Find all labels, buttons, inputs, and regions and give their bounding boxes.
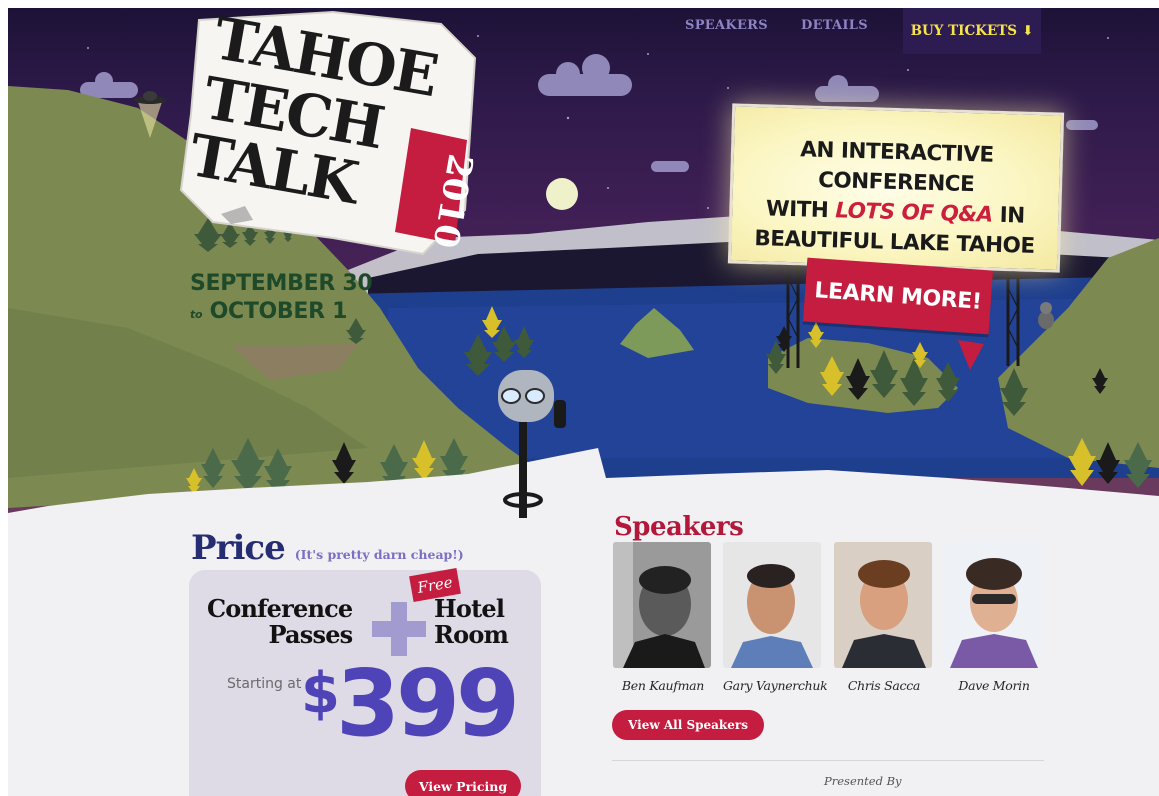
billboard-highlight: LOTS OF Q&A bbox=[834, 198, 994, 228]
date-to: to bbox=[190, 308, 203, 321]
plus-icon bbox=[372, 602, 426, 656]
sponsor-logo-left[interactable] bbox=[644, 784, 714, 796]
speaker-photo bbox=[944, 542, 1042, 668]
starting-at-label: Starting at bbox=[227, 676, 302, 692]
event-dates: SEPTEMBER 30 to OCTOBER 1 bbox=[190, 270, 373, 329]
speaker-name: Dave Morin bbox=[958, 678, 1030, 693]
speaker-card[interactable]: Dave Morin bbox=[944, 542, 1044, 693]
speakers-title: Speakers bbox=[614, 512, 744, 542]
buy-tickets-label: BUY TICKETS bbox=[910, 23, 1018, 39]
hero-scene: SPEAKERS DETAILS BUY TICKETS ⬇ TAHOE TEC… bbox=[8, 8, 1159, 518]
sponsor-logo-right[interactable] bbox=[920, 790, 1010, 796]
speaker-card[interactable]: Chris Sacca bbox=[834, 542, 934, 693]
price-amount: $399 bbox=[301, 658, 520, 750]
event-logo[interactable]: TAHOE TECH TALK 2010 bbox=[173, 8, 483, 260]
speaker-photo bbox=[613, 542, 711, 668]
main-content: Price (It's pretty darn cheap!) Conferen… bbox=[8, 508, 1159, 796]
page: SPEAKERS DETAILS BUY TICKETS ⬇ TAHOE TEC… bbox=[8, 8, 1159, 796]
view-all-speakers-button[interactable]: View All Speakers bbox=[612, 710, 764, 740]
arrow-down-icon: ⬇ bbox=[1022, 23, 1034, 39]
date-start: SEPTEMBER 30 bbox=[190, 271, 373, 296]
hotel-room-label: Hotel Room bbox=[434, 594, 509, 649]
price-card: Conference Passes Free Hotel Room Starti… bbox=[189, 568, 541, 796]
billboard: AN INTERACTIVE CONFERENCE WITH LOTS OF Q… bbox=[727, 103, 1065, 273]
speaker-name: Ben Kaufman bbox=[621, 678, 705, 693]
speaker-photo bbox=[834, 542, 932, 668]
buy-tickets-button[interactable]: BUY TICKETS ⬇ bbox=[903, 8, 1041, 54]
speaker-card[interactable]: Ben Kaufman bbox=[613, 542, 713, 693]
billboard-line-1: AN INTERACTIVE CONFERENCE bbox=[799, 137, 995, 198]
speaker-name: Chris Sacca bbox=[847, 678, 921, 693]
price-subtitle: (It's pretty darn cheap!) bbox=[294, 547, 464, 562]
price-title: Price bbox=[191, 528, 286, 568]
date-end: OCTOBER 1 bbox=[209, 299, 348, 324]
speaker-name: Gary Vaynerchuk bbox=[723, 678, 828, 693]
divider bbox=[612, 760, 1044, 761]
nav-details-link[interactable]: DETAILS bbox=[801, 18, 868, 33]
learn-more-button[interactable]: LEARN MORE! bbox=[802, 257, 994, 335]
presented-by-label: Presented By bbox=[824, 774, 902, 788]
speaker-photo bbox=[723, 542, 821, 668]
price-value: 399 bbox=[335, 650, 520, 757]
view-pricing-button[interactable]: View Pricing bbox=[405, 770, 521, 796]
speaker-card[interactable]: Gary Vaynerchuk bbox=[723, 542, 828, 693]
billboard-tagline: AN INTERACTIVE CONFERENCE WITH LOTS OF Q… bbox=[728, 133, 1063, 262]
conference-passes-label: Conference Passes bbox=[207, 594, 353, 649]
price-currency: $ bbox=[301, 661, 340, 726]
price-heading: Price (It's pretty darn cheap!) bbox=[191, 528, 464, 568]
nav-speakers-link[interactable]: SPEAKERS bbox=[685, 18, 768, 33]
